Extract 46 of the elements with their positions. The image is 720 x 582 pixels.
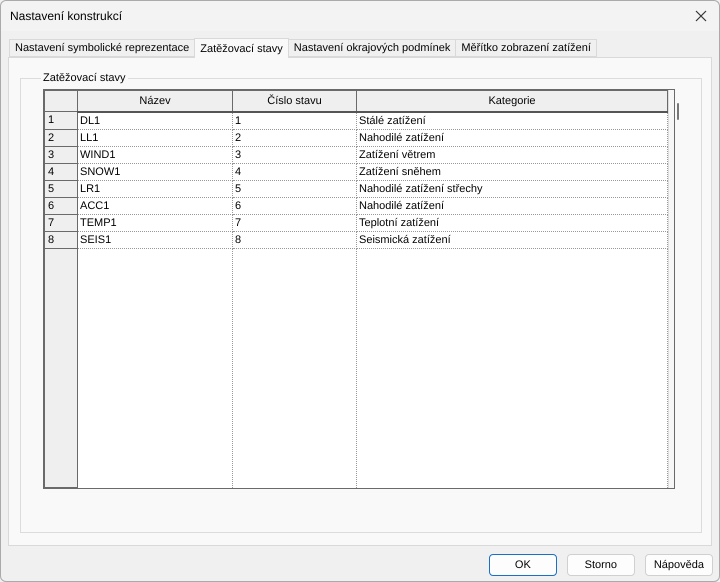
tab[interactable]: Nastavení okrajových podmínek: [288, 39, 456, 57]
row-header[interactable]: 6: [44, 197, 78, 214]
row-header[interactable]: 1: [44, 112, 78, 129]
tab[interactable]: Nastavení symbolické reprezentace: [9, 39, 196, 57]
window-title: Nastavení konstrukcí: [10, 9, 122, 23]
table-cell: 7: [232, 214, 356, 231]
group-title: Zatěžovací stavy: [42, 72, 127, 84]
table-cell: 5: [232, 180, 356, 197]
table-cell: TEMP1: [78, 214, 232, 231]
table-cell: Nahodilé zatížení: [356, 197, 668, 214]
table-cell: LR1: [78, 180, 232, 197]
table-cell: Stálé zatížení: [356, 112, 668, 129]
column-header[interactable]: Název: [78, 90, 232, 112]
column-header[interactable]: Kategorie: [356, 90, 668, 112]
dialog-button[interactable]: Storno: [566, 554, 635, 576]
tab[interactable]: Zatěžovací stavy: [194, 38, 289, 58]
tab[interactable]: Měřítko zobrazení zatížení: [455, 39, 597, 57]
table-cell: ACC1: [78, 197, 232, 214]
table-cell: Nahodilé zatížení střechy: [356, 180, 668, 197]
row-header[interactable]: 7: [44, 214, 78, 231]
table-cell: 6: [232, 197, 356, 214]
dialog-button[interactable]: OK: [488, 554, 557, 576]
table-cell: SNOW1: [78, 163, 232, 180]
table-cell: Zatížení větrem: [356, 146, 668, 163]
table-cell: Zatížení sněhem: [356, 163, 668, 180]
scroll-thumb[interactable]: [677, 103, 679, 120]
table-cell: DL1: [78, 112, 232, 129]
row-header[interactable]: 8: [44, 231, 78, 248]
row-header[interactable]: 3: [44, 146, 78, 163]
row-header[interactable]: 2: [44, 129, 78, 146]
table-cell: LL1: [78, 129, 232, 146]
row-header[interactable]: 5: [44, 180, 78, 197]
table-cell: 3: [232, 146, 356, 163]
table-cell: 2: [232, 129, 356, 146]
table-cell: Nahodilé zatížení: [356, 129, 668, 146]
dialog-button[interactable]: Nápověda: [644, 554, 713, 576]
row-header[interactable]: 4: [44, 163, 78, 180]
table-cell: Teplotní zatížení: [356, 214, 668, 231]
table-cell: SEIS1: [78, 231, 232, 248]
table-cell: 1: [232, 112, 356, 129]
table-cell: Seismická zatížení: [356, 231, 668, 248]
table-cell: WIND1: [78, 146, 232, 163]
table-cell: 4: [232, 163, 356, 180]
column-header[interactable]: Číslo stavu: [232, 90, 356, 112]
table-cell: 8: [232, 231, 356, 248]
close-icon: [695, 10, 707, 22]
